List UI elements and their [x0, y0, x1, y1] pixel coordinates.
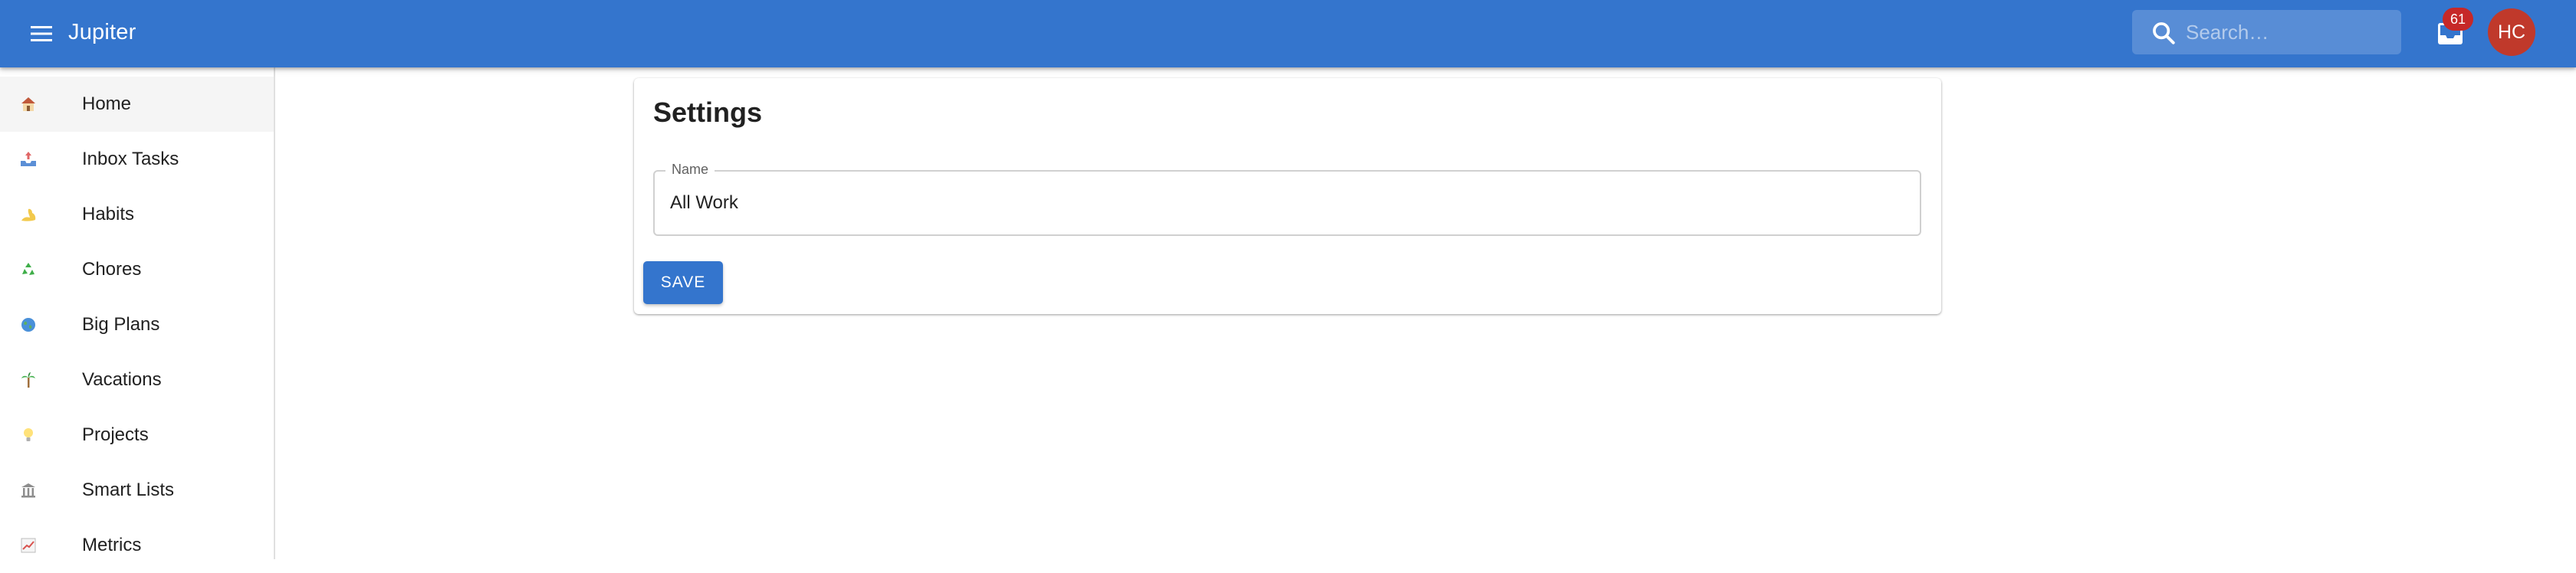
search-icon — [2153, 22, 2175, 44]
notification-badge: 61 — [2443, 8, 2473, 31]
name-field[interactable]: Name — [653, 162, 1921, 236]
sidebar-item-projects[interactable]: Projects — [0, 408, 274, 463]
recycle-icon — [19, 260, 38, 279]
sidebar-item-label: Smart Lists — [82, 480, 175, 500]
sidebar-item-big-plans[interactable]: Big Plans — [0, 297, 274, 352]
globe-icon — [19, 316, 38, 334]
sidebar-item-inbox-tasks[interactable]: Inbox Tasks — [0, 132, 274, 187]
sidebar-item-label: Big Plans — [82, 314, 160, 335]
sidebar-item-vacations[interactable]: Vacations — [0, 352, 274, 408]
sidebar-item-label: Metrics — [82, 535, 142, 555]
sidebar-item-home[interactable]: Home — [0, 77, 274, 132]
sidebar-item-label: Inbox Tasks — [82, 149, 179, 169]
sidebar-item-label: Projects — [82, 424, 149, 445]
sidebar: Home Inbox Tasks Habits Chores Big Plans… — [0, 67, 275, 559]
sidebar-item-habits[interactable]: Habits — [0, 187, 274, 242]
inbox-tray-icon — [19, 150, 38, 169]
search-box[interactable] — [2132, 10, 2401, 54]
app-title: Jupiter — [68, 20, 136, 44]
house-icon — [19, 95, 38, 113]
palm-tree-icon — [19, 371, 38, 389]
sidebar-item-label: Home — [82, 93, 132, 114]
menu-button[interactable] — [20, 15, 63, 52]
sidebar-item-chores[interactable]: Chores — [0, 242, 274, 297]
chart-increasing-icon — [19, 536, 38, 555]
menu-icon — [31, 26, 52, 41]
sidebar-item-label: Chores — [82, 259, 142, 280]
sidebar-item-label: Vacations — [82, 369, 162, 390]
name-input[interactable] — [670, 172, 1897, 234]
settings-card: Settings Name SAVE — [634, 78, 1941, 314]
flexed-arm-icon — [19, 205, 38, 224]
search-input[interactable] — [2186, 10, 2393, 54]
save-button[interactable]: SAVE — [643, 261, 723, 304]
light-bulb-icon — [19, 426, 38, 444]
sidebar-item-label: Habits — [82, 204, 135, 224]
building-icon — [19, 481, 38, 499]
sidebar-item-metrics[interactable]: Metrics — [0, 518, 274, 573]
app-bar: Jupiter 61 HC — [0, 0, 2576, 67]
page-title: Settings — [653, 97, 763, 128]
sidebar-item-smart-lists[interactable]: Smart Lists — [0, 463, 274, 518]
avatar[interactable]: HC — [2488, 8, 2535, 56]
